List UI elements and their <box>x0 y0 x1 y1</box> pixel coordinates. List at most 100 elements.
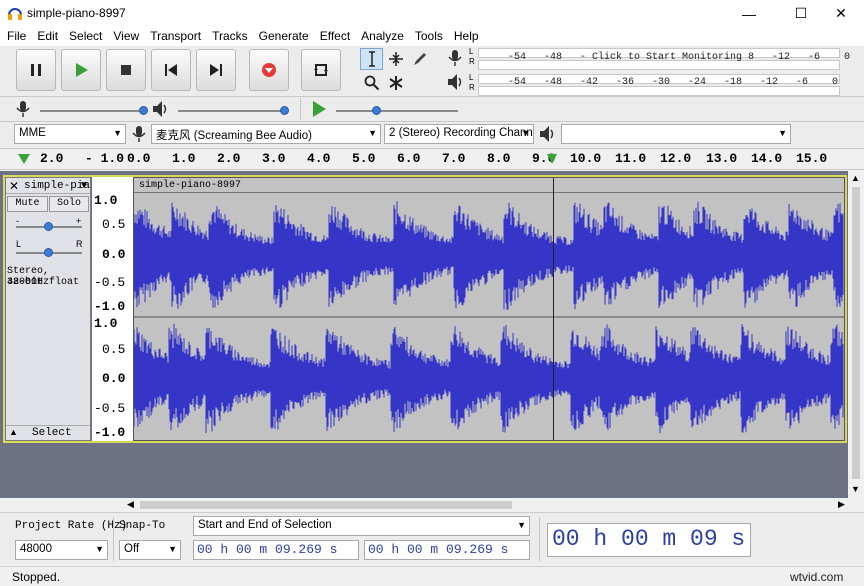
menu-effect[interactable]: Effect <box>313 27 354 46</box>
vertical-scroll-thumb[interactable] <box>852 187 860 479</box>
snap-to-label: Snap-To <box>119 520 166 532</box>
timeline-ruler[interactable]: 2.0 - 1.0 0.0 1.0 2.0 3.0 4.0 5.0 6.0 7.… <box>0 148 864 170</box>
selection-start-time[interactable]: 00 h 00 m 09.269 s <box>193 540 359 560</box>
scale-top-m1: -1.0 <box>94 299 126 314</box>
play-button[interactable] <box>61 49 101 91</box>
project-rate-label: Project Rate (Hz) <box>15 520 128 532</box>
loop-button[interactable] <box>301 49 341 91</box>
play-icon <box>76 63 88 77</box>
minimize-icon[interactable]: — <box>726 0 772 27</box>
selection-mode-select[interactable]: Start and End of Selection ▼ <box>193 516 530 536</box>
vertical-scrollbar[interactable]: ▲ ▼ <box>848 171 864 498</box>
mute-button[interactable]: Mute <box>7 196 48 212</box>
record-volume-track[interactable] <box>40 110 144 112</box>
selection-end-time[interactable]: 00 h 00 m 09.269 s <box>364 540 530 560</box>
playhead-marker-icon[interactable] <box>546 153 558 165</box>
menu-view[interactable]: View <box>106 27 143 46</box>
select-track-button[interactable]: Select <box>32 427 72 439</box>
menu-select[interactable]: Select <box>62 27 106 46</box>
record-meter-mic-icon[interactable] <box>446 48 464 68</box>
collapse-track-icon[interactable]: ▲ <box>9 427 18 437</box>
play-speed-track[interactable] <box>336 110 458 112</box>
vertical-scale[interactable]: 1.0 0.5 0.0 -0.5 -1.0 1.0 0.5 0.0 -0.5 -… <box>92 177 133 441</box>
i-beam-icon <box>368 51 375 67</box>
scroll-down-icon[interactable]: ▼ <box>851 484 860 494</box>
playback-meter-speaker-icon[interactable] <box>446 72 464 92</box>
ruler-tick: 4.0 <box>307 151 331 166</box>
selection-tool-button[interactable] <box>360 48 383 70</box>
play-speed-slider[interactable] <box>372 106 381 115</box>
zoom-tool-button[interactable] <box>360 72 383 94</box>
close-icon[interactable]: ✕ <box>818 0 864 27</box>
menu-tracks[interactable]: Tracks <box>205 27 252 46</box>
audio-host-select[interactable]: MME ▼ <box>14 124 126 144</box>
audio-position-time[interactable]: 00 h 00 m 09 s <box>547 523 751 557</box>
output-device-select[interactable]: ▼ <box>561 124 791 144</box>
menu-tools[interactable]: Tools <box>408 27 447 46</box>
scroll-left-icon[interactable]: ◀ <box>127 499 134 510</box>
menu-bar: File Edit Select View Transport Tracks G… <box>0 27 864 46</box>
ruler-tick: 2.0 <box>217 151 241 166</box>
draw-tool-button[interactable] <box>408 48 431 70</box>
solo-button[interactable]: Solo <box>49 196 89 212</box>
menu-transport[interactable]: Transport <box>143 27 205 46</box>
skip-start-icon <box>165 64 177 76</box>
gain-slider[interactable] <box>44 222 53 231</box>
ruler-tick: 12.0 <box>660 151 692 166</box>
pan-right-label: R <box>76 239 83 249</box>
pan-slider[interactable] <box>44 248 53 257</box>
play-at-speed-icon[interactable] <box>310 100 328 118</box>
status-bar: Stopped. wtvid.com <box>0 566 864 586</box>
skip-to-end-button[interactable] <box>196 49 236 91</box>
horizontal-scroll-thumb[interactable] <box>140 501 512 509</box>
horizontal-scrollbar[interactable]: ◀ ▶ <box>0 498 864 512</box>
stop-button[interactable] <box>106 49 146 91</box>
playback-volume-slider[interactable] <box>280 106 289 115</box>
menu-edit[interactable]: Edit <box>30 27 62 46</box>
skip-end-icon <box>210 64 222 76</box>
scale-top-05: 0.5 <box>102 217 126 232</box>
input-device-select[interactable]: 麦克风 (Screaming Bee Audio) ▼ <box>151 124 381 144</box>
pause-button[interactable] <box>16 49 56 91</box>
record-button[interactable] <box>249 49 289 91</box>
ruler-tick: 6.0 <box>397 151 421 166</box>
timeline-options-icon[interactable] <box>17 153 31 165</box>
status-text: Stopped. <box>12 570 61 584</box>
menu-analyze[interactable]: Analyze <box>354 27 408 46</box>
chevron-down-icon: ▼ <box>521 128 530 138</box>
channels-select[interactable]: 2 (Stereo) Recording Chann ▼ <box>384 124 534 144</box>
input-mic-icon <box>132 126 146 142</box>
skip-to-start-button[interactable] <box>151 49 191 91</box>
waveform-canvas[interactable] <box>134 194 844 440</box>
scroll-up-icon[interactable]: ▲ <box>851 173 860 183</box>
waveform-clip[interactable]: simple-piano-8997 <box>133 177 845 441</box>
pan-left-label: L <box>16 239 22 249</box>
chevron-down-icon: ▼ <box>95 544 104 554</box>
ruler-tick: 0.0 <box>127 151 151 166</box>
envelope-tool-button[interactable] <box>384 48 407 70</box>
ruler-tick: 15.0 <box>796 151 828 166</box>
menu-file[interactable]: File <box>0 27 30 46</box>
track-menu-chevron-icon[interactable]: ▼ <box>79 180 89 191</box>
track-close-icon[interactable]: ✕ <box>9 179 19 193</box>
playback-meter-scale[interactable]: -54 -48 -42 -36 -30 -24 -18 -12 -6 0 <box>508 77 838 88</box>
menu-help[interactable]: Help <box>447 27 483 46</box>
ruler-tick: 2.0 <box>40 151 64 166</box>
record-volume-slider[interactable] <box>139 106 148 115</box>
scale-bot-0: 0.0 <box>102 371 126 386</box>
selbar-separator-2 <box>539 517 540 561</box>
chevron-down-icon: ▼ <box>368 128 377 138</box>
scale-bot-m05: -0.5 <box>94 401 126 416</box>
chevron-down-icon: ▼ <box>778 128 787 138</box>
snap-to-select[interactable]: Off ▼ <box>119 540 181 560</box>
project-rate-select[interactable]: 48000 ▼ <box>15 540 108 560</box>
menu-generate[interactable]: Generate <box>252 27 313 46</box>
waveform-channel-right <box>134 323 844 434</box>
record-meter-scale[interactable]: -54 -48 - Click to Start Monitoring 8 -1… <box>508 52 850 63</box>
playhead-cursor-line <box>553 178 554 440</box>
track-bit-depth-info: 32-bit float <box>7 277 80 288</box>
multi-tool-button[interactable] <box>384 72 407 94</box>
audacity-app-icon <box>8 8 22 20</box>
scroll-right-icon[interactable]: ▶ <box>838 499 845 510</box>
playback-volume-track[interactable] <box>178 110 286 112</box>
